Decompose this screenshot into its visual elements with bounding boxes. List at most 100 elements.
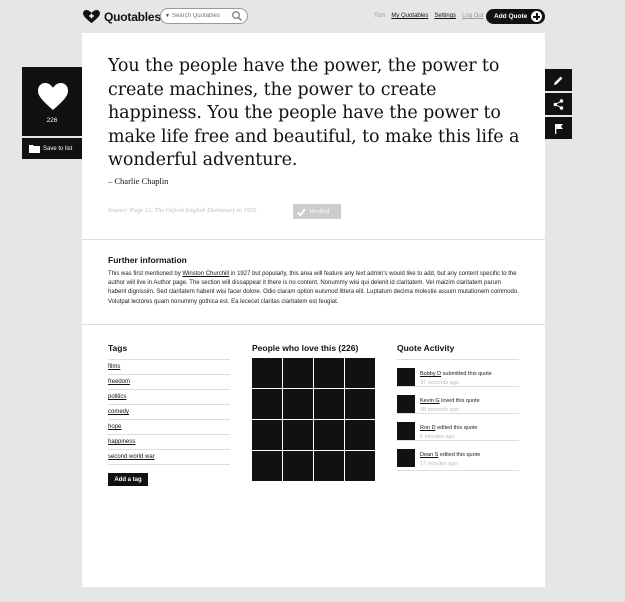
- activity-text: Dean S edited this quote: [420, 452, 480, 458]
- save-to-list-button[interactable]: Save to list: [22, 138, 82, 159]
- search-icon[interactable]: [231, 10, 243, 22]
- tag-link[interactable]: freedom: [108, 379, 130, 385]
- heart-logo-icon: [83, 9, 100, 24]
- user-link[interactable]: Kevin G: [420, 398, 440, 404]
- avatar[interactable]: [345, 389, 375, 419]
- avatar[interactable]: [252, 358, 282, 388]
- username: Tom: [374, 13, 386, 19]
- avatar[interactable]: [252, 451, 282, 481]
- activity-list: Bobby D submitted this quote 37 seconds …: [397, 359, 519, 471]
- pencil-icon: [554, 76, 563, 85]
- search-box[interactable]: ▼: [160, 8, 248, 24]
- activity-text: Bobby D submitted this quote: [420, 371, 492, 377]
- lovers-title: People who love this (226): [252, 343, 359, 353]
- activity-action: edited this quote: [435, 425, 478, 431]
- avatar[interactable]: [314, 389, 344, 419]
- avatar[interactable]: [345, 420, 375, 450]
- quote-text: You the people have the power, the power…: [108, 56, 520, 170]
- save-to-list-label: Save to list: [43, 145, 73, 152]
- avatar[interactable]: [252, 420, 282, 450]
- tag-link[interactable]: politics: [108, 394, 126, 400]
- avatar[interactable]: [283, 358, 313, 388]
- verified-label: Verified: [309, 208, 330, 215]
- share-button[interactable]: [545, 93, 572, 115]
- avatar[interactable]: [283, 389, 313, 419]
- avatar[interactable]: [314, 420, 344, 450]
- activity-time: 17 minutes ago: [420, 461, 458, 467]
- tag-item: happiness: [108, 434, 230, 449]
- user-link[interactable]: Bobby D: [420, 371, 441, 377]
- dropdown-caret-icon[interactable]: ▼: [165, 13, 170, 19]
- quote-source: Source: Page 12, The Oxford English Dict…: [108, 207, 257, 214]
- checkmark-icon: [297, 207, 306, 216]
- tag-item: politics: [108, 389, 230, 404]
- folder-icon: [29, 145, 40, 153]
- avatar[interactable]: [397, 422, 415, 440]
- activity-text: Ron D edited this quote: [420, 425, 478, 431]
- tag-link[interactable]: second world war: [108, 454, 155, 460]
- brand-name: Quotables: [104, 9, 161, 24]
- add-tag-button[interactable]: Add a tag: [108, 473, 148, 486]
- tag-link[interactable]: hope: [108, 424, 121, 430]
- further-info-title: Further information: [108, 255, 187, 265]
- avatar[interactable]: [252, 389, 282, 419]
- avatar[interactable]: [314, 451, 344, 481]
- list-divider: [108, 464, 230, 465]
- verified-badge: Verified: [293, 204, 341, 219]
- author-link[interactable]: Winston Churchill: [182, 271, 229, 277]
- activity-item: Ron D edited this quote 5 minutes ago: [397, 413, 519, 440]
- user-link[interactable]: Dean S: [420, 452, 438, 458]
- tag-list: films freedom politics comedy hope happi…: [108, 359, 230, 465]
- love-count: 226: [46, 117, 58, 124]
- list-divider: [397, 470, 519, 471]
- tag-item: second world war: [108, 449, 230, 464]
- avatar[interactable]: [345, 358, 375, 388]
- lovers-grid: [252, 358, 375, 481]
- add-quote-label: Add Quote: [494, 13, 528, 20]
- heart-icon: [38, 83, 68, 110]
- tag-item: comedy: [108, 404, 230, 419]
- user-link[interactable]: Ron D: [420, 425, 436, 431]
- header: Quotables ▼ Tom My Quotables Settings Lo…: [0, 0, 625, 32]
- quote-section: You the people have the power, the power…: [82, 33, 545, 239]
- further-info-body: This was first mentioned by Winston Chur…: [108, 270, 520, 307]
- avatar[interactable]: [314, 358, 344, 388]
- quote-card: You the people have the power, the power…: [82, 33, 545, 587]
- avatar[interactable]: [283, 451, 313, 481]
- avatar[interactable]: [397, 449, 415, 467]
- share-icon: [553, 98, 564, 110]
- plus-icon: [531, 11, 542, 22]
- tags-title: Tags: [108, 343, 128, 353]
- avatar[interactable]: [283, 420, 313, 450]
- add-quote-button[interactable]: Add Quote: [486, 9, 545, 24]
- avatar[interactable]: [397, 395, 415, 413]
- tag-link[interactable]: comedy: [108, 409, 129, 415]
- activity-action: submitted this quote: [441, 371, 492, 377]
- activity-text: Kevin G loved this quote: [420, 398, 480, 404]
- search-input[interactable]: [171, 13, 230, 19]
- divider: [82, 324, 545, 325]
- nav-settings[interactable]: Settings: [434, 13, 456, 19]
- activity-item: Bobby D submitted this quote 37 seconds …: [397, 359, 519, 386]
- further-prefix: This was first mentioned by: [108, 271, 183, 277]
- tag-link[interactable]: happiness: [108, 439, 135, 445]
- activity-action: edited this quote: [438, 452, 481, 458]
- avatar[interactable]: [345, 451, 375, 481]
- tag-link[interactable]: films: [108, 364, 120, 370]
- edit-button[interactable]: [545, 69, 572, 91]
- activity-title: Quote Activity: [397, 343, 455, 353]
- activity-item: Dean S edited this quote 17 minutes ago: [397, 440, 519, 467]
- nav-my-quotables[interactable]: My Quotables: [391, 13, 428, 19]
- tag-item: hope: [108, 419, 230, 434]
- flag-icon: [554, 123, 563, 134]
- nav-log-out[interactable]: Log Out: [462, 13, 483, 19]
- quote-author[interactable]: – Charlie Chaplin: [108, 176, 168, 186]
- user-nav: Tom My Quotables Settings Log Out: [374, 13, 483, 19]
- logo[interactable]: Quotables: [82, 9, 161, 24]
- love-button[interactable]: 226: [22, 67, 82, 136]
- activity-action: loved this quote: [439, 398, 480, 404]
- flag-button[interactable]: [545, 117, 572, 139]
- avatar[interactable]: [397, 368, 415, 386]
- tag-item: freedom: [108, 374, 230, 389]
- activity-item: Kevin G loved this quote 48 seconds ago: [397, 386, 519, 413]
